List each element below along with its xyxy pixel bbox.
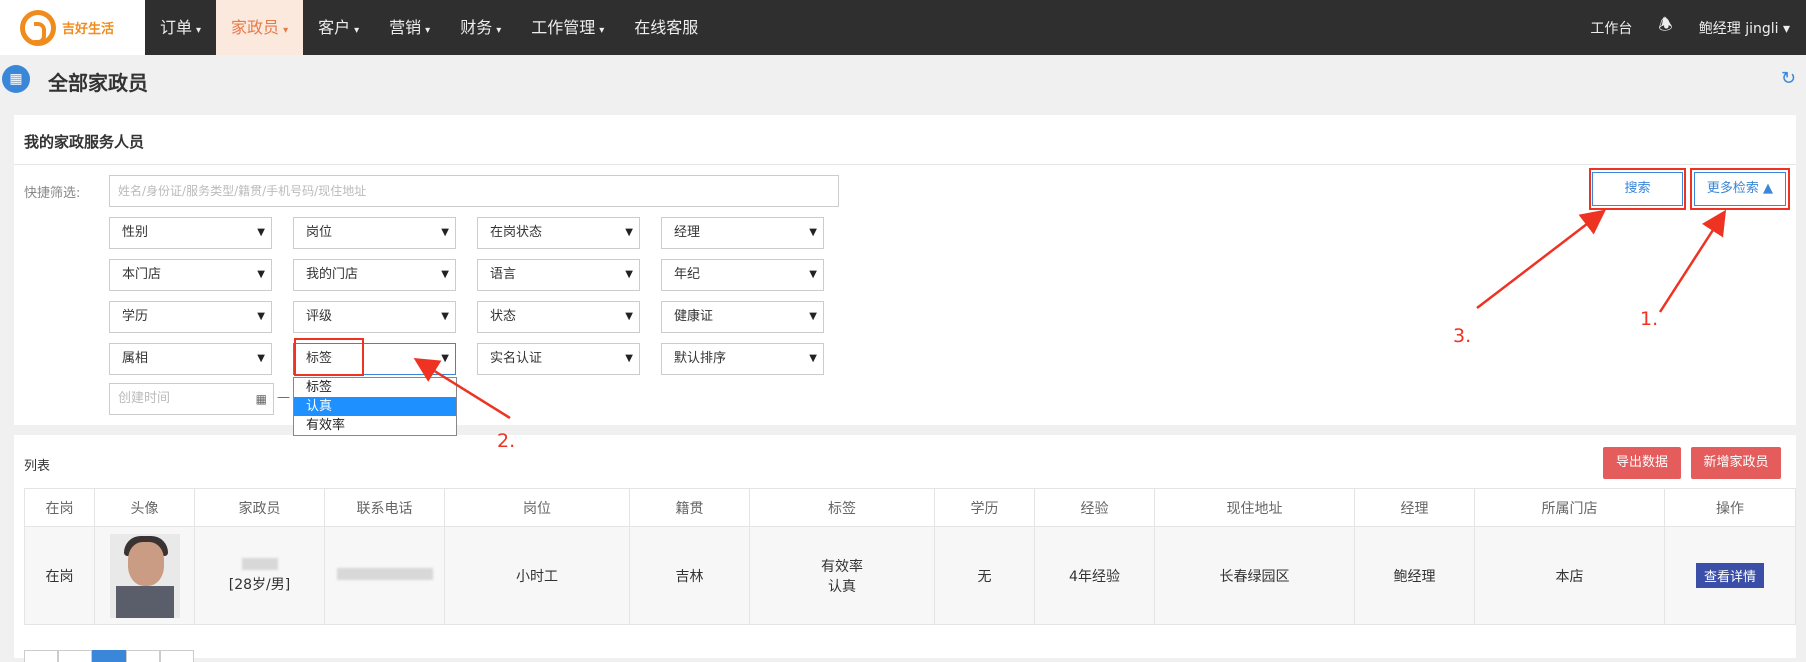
annotation-label-1: 1. [1640, 308, 1659, 330]
annotation-label-2: 2. [497, 430, 516, 452]
annotation-arrow-2 [413, 358, 511, 420]
annotation-arrow-3 [1476, 209, 1606, 309]
annotation-arrows [413, 209, 1727, 420]
annotation-label-3: 3. [1453, 325, 1472, 347]
annotation-arrow-1 [1658, 209, 1727, 313]
